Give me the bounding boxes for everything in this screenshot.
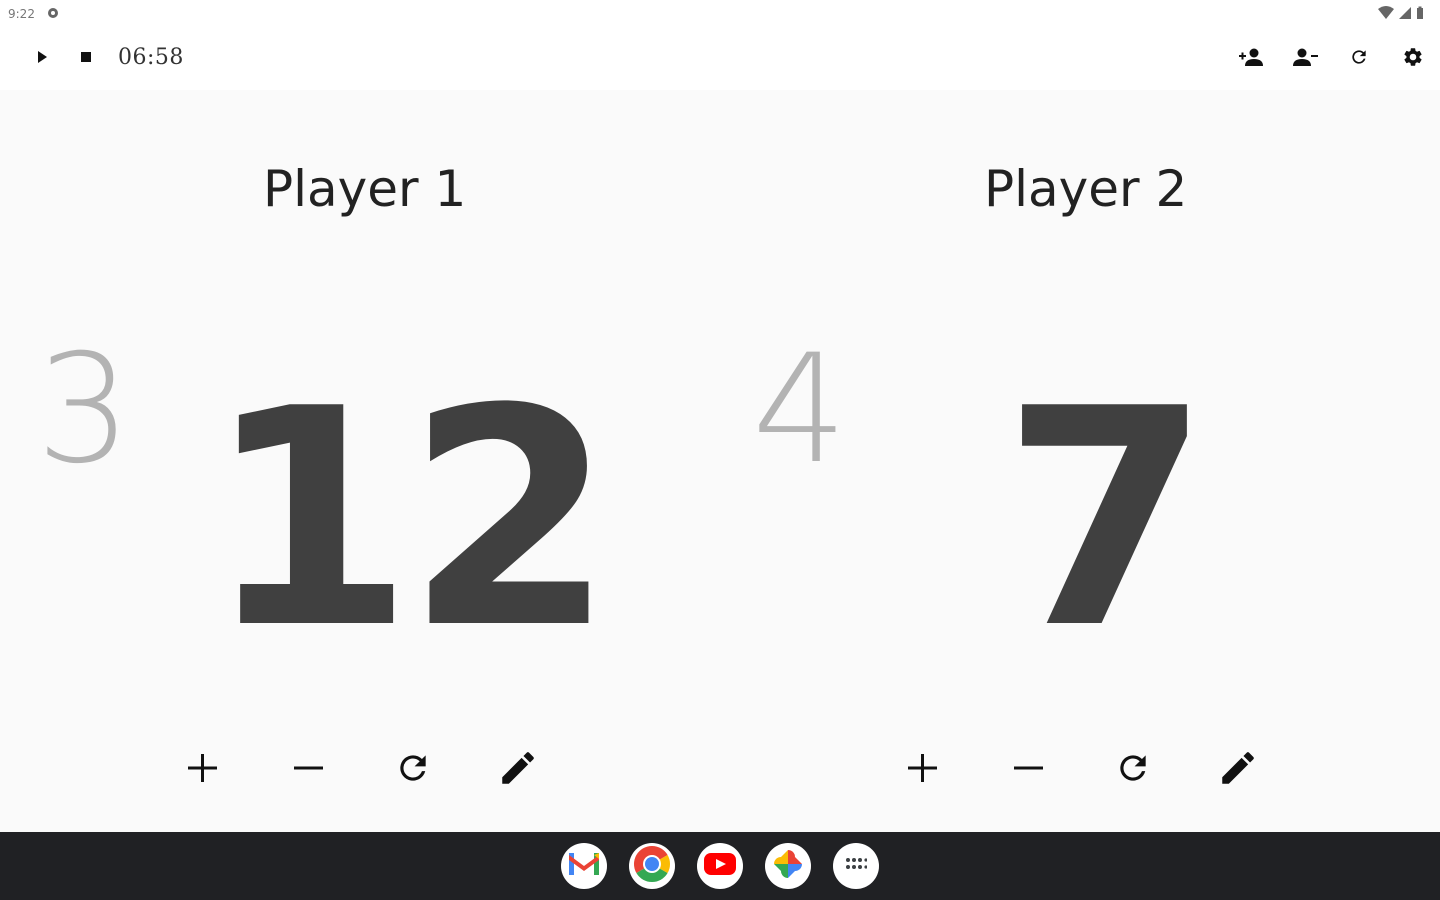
gmail-icon bbox=[568, 851, 600, 882]
game-timer: 06:58 bbox=[118, 45, 184, 70]
increment-button[interactable] bbox=[897, 745, 947, 795]
settings-button[interactable] bbox=[1397, 43, 1429, 75]
reset-icon bbox=[394, 749, 432, 792]
status-bar: 9:22 bbox=[0, 0, 1440, 28]
play-icon bbox=[35, 50, 49, 69]
player-score[interactable]: 12 bbox=[205, 370, 614, 670]
player-panel-1: Player 1 3 12 bbox=[0, 90, 720, 832]
reset-all-button[interactable] bbox=[1343, 43, 1375, 75]
chrome-icon bbox=[632, 844, 672, 889]
increment-button[interactable] bbox=[177, 745, 227, 795]
player-name[interactable]: Player 2 bbox=[984, 160, 1187, 218]
settings-icon bbox=[1402, 46, 1424, 73]
player-panel-2: Player 2 4 7 bbox=[720, 90, 1440, 832]
reset-icon bbox=[1114, 749, 1152, 792]
photos-icon bbox=[771, 847, 805, 886]
add-player-button[interactable] bbox=[1236, 43, 1268, 75]
youtube-icon bbox=[703, 851, 737, 882]
wifi-icon bbox=[1378, 6, 1394, 25]
player-secondary-count: 3 bbox=[36, 323, 132, 497]
remove-player-icon bbox=[1292, 47, 1318, 72]
reset-all-icon bbox=[1349, 47, 1369, 72]
reset-score-button[interactable] bbox=[1108, 745, 1158, 795]
battery-icon bbox=[1416, 6, 1424, 25]
app-dock bbox=[561, 843, 879, 889]
edit-score-button[interactable] bbox=[493, 745, 543, 795]
photos-app[interactable] bbox=[765, 843, 811, 889]
edit-score-button[interactable] bbox=[1213, 745, 1263, 795]
decrement-button[interactable] bbox=[1003, 745, 1053, 795]
stop-button[interactable] bbox=[70, 43, 102, 75]
minus-icon bbox=[291, 751, 325, 790]
decrement-button[interactable] bbox=[283, 745, 333, 795]
edit-icon bbox=[1217, 747, 1259, 794]
stop-icon bbox=[79, 50, 93, 69]
play-button[interactable] bbox=[26, 43, 58, 75]
plus-icon bbox=[905, 751, 939, 790]
app-launcher-icon bbox=[845, 857, 868, 876]
player-name[interactable]: Player 1 bbox=[263, 160, 466, 218]
toolbar: 06:58 bbox=[0, 28, 1440, 90]
reset-score-button[interactable] bbox=[388, 745, 438, 795]
signal-icon bbox=[1398, 6, 1412, 25]
status-icons bbox=[1378, 6, 1424, 25]
remove-player-button[interactable] bbox=[1289, 43, 1321, 75]
youtube-app[interactable] bbox=[697, 843, 743, 889]
notification-icon bbox=[46, 6, 60, 25]
gmail-app[interactable] bbox=[561, 843, 607, 889]
status-time: 9:22 bbox=[8, 7, 35, 21]
app-launcher[interactable] bbox=[833, 843, 879, 889]
plus-icon bbox=[185, 751, 219, 790]
chrome-app[interactable] bbox=[629, 843, 675, 889]
minus-icon bbox=[1011, 751, 1045, 790]
player-secondary-count: 4 bbox=[752, 323, 848, 497]
edit-icon bbox=[497, 747, 539, 794]
taskbar bbox=[0, 832, 1440, 900]
add-player-icon bbox=[1239, 47, 1265, 72]
player-score[interactable]: 7 bbox=[1002, 370, 1211, 670]
